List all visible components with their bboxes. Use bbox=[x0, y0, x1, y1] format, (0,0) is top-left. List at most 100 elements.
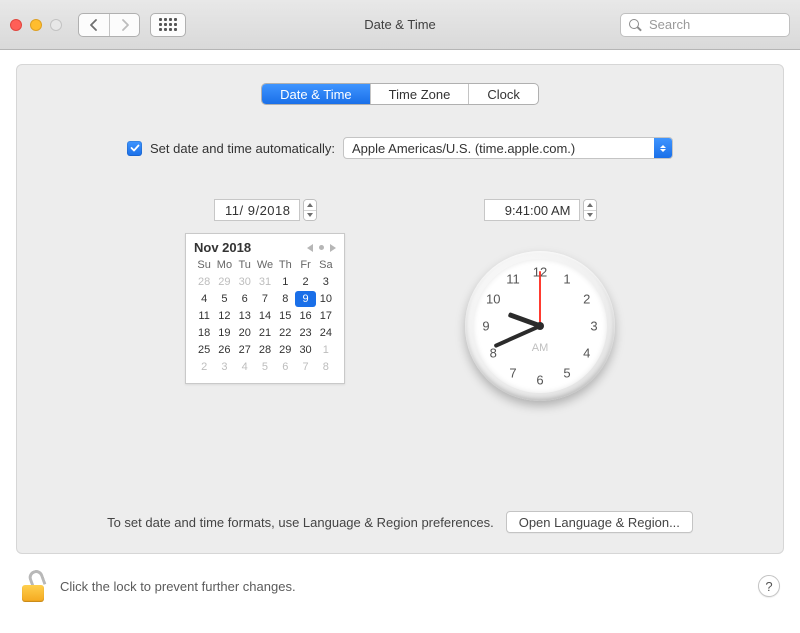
calendar-day[interactable]: 1 bbox=[275, 274, 295, 290]
ntp-server-select[interactable]: Apple Americas/U.S. (time.apple.com.) bbox=[343, 137, 673, 159]
calendar-day[interactable]: 31 bbox=[255, 274, 275, 290]
zoom-window-button[interactable] bbox=[50, 19, 62, 31]
forward-button[interactable] bbox=[109, 14, 139, 36]
clock-center-pin bbox=[536, 322, 544, 330]
window-controls bbox=[10, 19, 62, 31]
calendar-day[interactable]: 8 bbox=[275, 291, 295, 307]
show-all-prefs-button[interactable] bbox=[150, 13, 186, 37]
calendar-day[interactable]: 28 bbox=[255, 342, 275, 358]
time-step-up[interactable] bbox=[584, 200, 596, 210]
lock-row: Click the lock to prevent further change… bbox=[0, 566, 800, 602]
calendar-day-header: Fr bbox=[295, 257, 315, 273]
checkmark-icon bbox=[130, 143, 140, 153]
calendar-day[interactable]: 20 bbox=[235, 325, 255, 341]
lock-text: Click the lock to prevent further change… bbox=[60, 579, 296, 594]
calendar-day[interactable]: 3 bbox=[316, 274, 336, 290]
tab-clock[interactable]: Clock bbox=[468, 84, 538, 104]
calendar-day[interactable]: 29 bbox=[275, 342, 295, 358]
calendar-day[interactable]: 30 bbox=[295, 342, 315, 358]
calendar-day[interactable]: 3 bbox=[214, 359, 234, 375]
calendar-day[interactable]: 9 bbox=[295, 291, 315, 307]
calendar-prev-month[interactable] bbox=[307, 244, 313, 252]
clock-numeral: 8 bbox=[490, 346, 497, 361]
calendar-next-month[interactable] bbox=[330, 244, 336, 252]
chevron-down-icon bbox=[587, 213, 593, 217]
calendar-day[interactable]: 1 bbox=[316, 342, 336, 358]
nav-back-forward bbox=[78, 13, 140, 37]
lock-icon[interactable] bbox=[20, 570, 48, 602]
calendar-day[interactable]: 4 bbox=[194, 291, 214, 307]
calendar: Nov 2018 SuMoTuWeThFrSa28293031123456789… bbox=[185, 233, 345, 384]
close-window-button[interactable] bbox=[10, 19, 22, 31]
dropdown-arrows-icon bbox=[654, 138, 672, 158]
time-field[interactable]: 9:41:00 AM bbox=[484, 199, 597, 221]
calendar-day[interactable]: 27 bbox=[235, 342, 255, 358]
calendar-day[interactable]: 28 bbox=[194, 274, 214, 290]
tab-date-and-time[interactable]: Date & Time bbox=[262, 84, 370, 104]
minimize-window-button[interactable] bbox=[30, 19, 42, 31]
date-column: 11/ 9/2018 Nov 2018 SuMoTuWeThFrSa282930… bbox=[185, 199, 345, 384]
grid-icon bbox=[159, 18, 177, 31]
clock-numeral: 1 bbox=[563, 272, 570, 287]
calendar-day[interactable]: 30 bbox=[235, 274, 255, 290]
auto-time-row: Set date and time automatically: Apple A… bbox=[17, 137, 783, 159]
calendar-month-label: Nov 2018 bbox=[194, 240, 251, 255]
calendar-day[interactable]: 22 bbox=[275, 325, 295, 341]
search-field[interactable] bbox=[620, 13, 790, 37]
calendar-day[interactable]: 23 bbox=[295, 325, 315, 341]
date-stepper bbox=[303, 199, 317, 221]
calendar-day[interactable]: 25 bbox=[194, 342, 214, 358]
calendar-day[interactable]: 14 bbox=[255, 308, 275, 324]
calendar-day[interactable]: 11 bbox=[194, 308, 214, 324]
calendar-day[interactable]: 7 bbox=[255, 291, 275, 307]
date-step-down[interactable] bbox=[304, 210, 316, 221]
calendar-day[interactable]: 10 bbox=[316, 291, 336, 307]
calendar-day[interactable]: 7 bbox=[295, 359, 315, 375]
calendar-today-button[interactable] bbox=[319, 245, 324, 250]
help-button[interactable]: ? bbox=[758, 575, 780, 597]
search-icon bbox=[629, 19, 641, 31]
clock-numeral: 4 bbox=[583, 346, 590, 361]
open-language-region-button[interactable]: Open Language & Region... bbox=[506, 511, 693, 533]
time-step-down[interactable] bbox=[584, 210, 596, 221]
calendar-day[interactable]: 4 bbox=[235, 359, 255, 375]
calendar-day[interactable]: 8 bbox=[316, 359, 336, 375]
ntp-server-value: Apple Americas/U.S. (time.apple.com.) bbox=[352, 141, 575, 156]
calendar-day[interactable]: 5 bbox=[255, 359, 275, 375]
calendar-day[interactable]: 6 bbox=[275, 359, 295, 375]
calendar-day[interactable]: 24 bbox=[316, 325, 336, 341]
calendar-day[interactable]: 15 bbox=[275, 308, 295, 324]
chevron-up-icon bbox=[307, 203, 313, 207]
calendar-day[interactable]: 2 bbox=[295, 274, 315, 290]
clock-numeral: 3 bbox=[590, 319, 597, 334]
search-input[interactable] bbox=[647, 16, 781, 33]
calendar-day[interactable]: 12 bbox=[214, 308, 234, 324]
analog-clock: AM 121234567891011 bbox=[465, 251, 615, 401]
calendar-day[interactable]: 16 bbox=[295, 308, 315, 324]
calendar-day[interactable]: 18 bbox=[194, 325, 214, 341]
calendar-day[interactable]: 26 bbox=[214, 342, 234, 358]
chevron-down-icon bbox=[307, 213, 313, 217]
window-titlebar: Date & Time bbox=[0, 0, 800, 50]
calendar-day-header: Th bbox=[275, 257, 295, 273]
clock-numeral: 5 bbox=[563, 365, 570, 380]
auto-time-checkbox[interactable] bbox=[127, 141, 142, 156]
calendar-day[interactable]: 29 bbox=[214, 274, 234, 290]
calendar-day[interactable]: 17 bbox=[316, 308, 336, 324]
date-field[interactable]: 11/ 9/2018 bbox=[214, 199, 317, 221]
calendar-day-header: Sa bbox=[316, 257, 336, 273]
time-stepper bbox=[583, 199, 597, 221]
calendar-day[interactable]: 19 bbox=[214, 325, 234, 341]
calendar-day[interactable]: 6 bbox=[235, 291, 255, 307]
tab-bar: Date & Time Time Zone Clock bbox=[261, 83, 539, 105]
back-button[interactable] bbox=[79, 14, 109, 36]
footer-hint: To set date and time formats, use Langua… bbox=[107, 515, 494, 530]
date-step-up[interactable] bbox=[304, 200, 316, 210]
tab-time-zone[interactable]: Time Zone bbox=[370, 84, 469, 104]
calendar-day[interactable]: 5 bbox=[214, 291, 234, 307]
calendar-day[interactable]: 21 bbox=[255, 325, 275, 341]
calendar-day[interactable]: 2 bbox=[194, 359, 214, 375]
clock-numeral: 7 bbox=[509, 365, 516, 380]
calendar-day-header: Tu bbox=[235, 257, 255, 273]
calendar-day[interactable]: 13 bbox=[235, 308, 255, 324]
